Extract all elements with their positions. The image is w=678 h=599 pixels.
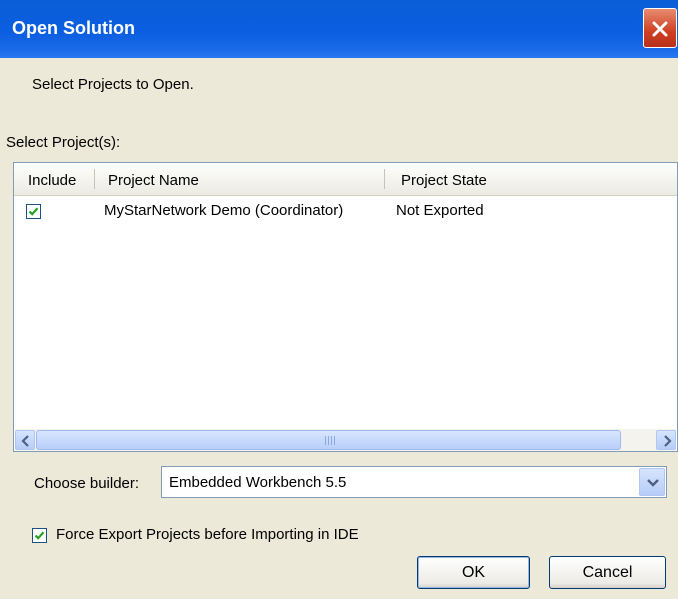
projects-list[interactable]: Include Project Name Project State MySta… xyxy=(13,162,678,452)
column-divider[interactable] xyxy=(384,169,385,189)
list-header: Include Project Name Project State xyxy=(14,163,677,196)
builder-dropdown[interactable]: Embedded Workbench 5.5 xyxy=(161,466,667,498)
scroll-right-button[interactable] xyxy=(656,430,676,450)
chevron-down-icon xyxy=(647,479,659,487)
select-projects-label: Select Project(s): xyxy=(6,134,121,151)
table-row[interactable]: MyStarNetwork Demo (Coordinator) Not Exp… xyxy=(14,197,677,225)
title-bar[interactable]: Open Solution xyxy=(0,0,678,58)
column-header-project-state[interactable]: Project State xyxy=(401,172,487,189)
close-icon xyxy=(652,21,668,37)
ok-button[interactable]: OK xyxy=(417,556,530,589)
column-header-project-name[interactable]: Project Name xyxy=(108,172,199,189)
checkmark-icon xyxy=(34,531,45,540)
grip-icon xyxy=(325,436,335,445)
chevron-left-icon xyxy=(21,435,29,447)
close-button[interactable] xyxy=(643,8,677,48)
horizontal-scrollbar[interactable] xyxy=(15,429,676,451)
scroll-left-button[interactable] xyxy=(15,430,35,450)
cancel-button[interactable]: Cancel xyxy=(549,556,666,589)
column-header-include[interactable]: Include xyxy=(28,172,76,189)
project-state-cell: Not Exported xyxy=(396,202,484,219)
instruction-text: Select Projects to Open. xyxy=(32,76,194,93)
include-checkbox[interactable] xyxy=(26,204,41,219)
dropdown-button[interactable] xyxy=(639,468,665,496)
window-title: Open Solution xyxy=(12,18,135,38)
force-export-checkbox[interactable] xyxy=(32,528,47,543)
force-export-label[interactable]: Force Export Projects before Importing i… xyxy=(56,526,359,543)
builder-selected-value: Embedded Workbench 5.5 xyxy=(169,474,347,491)
scroll-thumb[interactable] xyxy=(36,430,621,450)
project-name-cell: MyStarNetwork Demo (Coordinator) xyxy=(104,202,344,219)
choose-builder-label: Choose builder: xyxy=(34,475,140,492)
chevron-right-icon xyxy=(664,435,672,447)
checkmark-icon xyxy=(28,207,39,216)
column-divider[interactable] xyxy=(94,169,95,189)
